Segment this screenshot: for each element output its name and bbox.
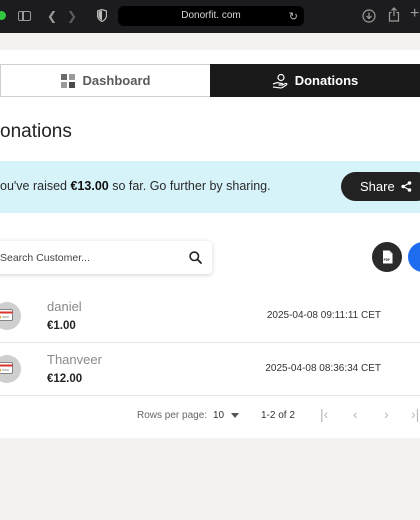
browser-toolbar: ❮ ❯ Donorfit. com ↻ + (0, 0, 420, 33)
previous-page-icon[interactable]: ‹ (353, 406, 358, 422)
new-tab-icon[interactable]: + (410, 6, 419, 22)
banner-suffix: so far. Go further by sharing. (108, 179, 271, 193)
tab-dashboard-label: Dashboard (82, 73, 151, 88)
payment-card-icon (0, 362, 13, 374)
last-page-icon[interactable]: ›| (411, 406, 419, 422)
raised-amount: €13.00 (70, 179, 109, 193)
tab-donations-label: Donations (294, 73, 359, 88)
sidebar-toggle-icon[interactable] (18, 11, 31, 21)
tab-bar: Dashboard Donations (0, 64, 420, 97)
donation-hand-icon (272, 73, 288, 89)
page-footer-area (0, 438, 420, 520)
search-icon[interactable] (189, 251, 202, 264)
downloads-icon[interactable] (362, 9, 376, 23)
address-bar[interactable]: Donorfit. com ↻ (118, 6, 304, 26)
table-row[interactable]: Thanveer €12.00 2025-04-08 08:36:34 CET (0, 343, 420, 396)
pdf-file-icon: PDF (382, 250, 392, 264)
search-box (0, 241, 212, 274)
search-input[interactable] (0, 241, 180, 274)
dashboard-icon (60, 73, 75, 88)
avatar (0, 302, 21, 330)
banner-prefix: ou've raised (0, 179, 71, 193)
back-icon[interactable]: ❮ (47, 10, 57, 22)
share-page-icon[interactable] (388, 7, 400, 22)
tab-donations[interactable]: Donations (210, 64, 420, 97)
first-page-icon[interactable]: |‹ (320, 406, 328, 422)
table-row[interactable]: daniel €1.00 2025-04-08 09:11:11 CET (0, 290, 420, 343)
forward-icon[interactable]: ❯ (67, 10, 77, 22)
address-text: Donorfit. com (181, 10, 241, 21)
privacy-shield-icon[interactable] (97, 9, 107, 22)
share-button-label: Share (360, 179, 395, 194)
donation-date: 2025-04-08 09:11:11 CET (266, 310, 381, 321)
donor-name: daniel (47, 299, 82, 314)
payment-card-icon (0, 309, 13, 321)
tab-dashboard[interactable]: Dashboard (0, 64, 210, 97)
banner-message: ou've raised €13.00 so far. Go further b… (0, 179, 271, 193)
avatar (0, 355, 21, 383)
pagination: Rows per page: 10 1-2 of 2 |‹ ‹ › ›| (0, 405, 420, 427)
share-button[interactable]: Share (341, 172, 420, 201)
window-zoom-button[interactable] (0, 11, 6, 20)
rows-per-page-label: Rows per page: (137, 410, 208, 421)
donor-name: Thanveer (47, 352, 102, 367)
page-title: onations (0, 121, 72, 142)
share-icon (401, 181, 412, 192)
rows-per-page-caret-icon[interactable] (231, 413, 239, 418)
pdf-label: PDF (383, 258, 389, 262)
export-pdf-button[interactable]: PDF (372, 242, 402, 272)
rows-per-page-select[interactable]: 10 (213, 410, 224, 421)
donation-amount: €12.00 (47, 373, 83, 385)
page-range: 1-2 of 2 (261, 410, 295, 421)
reload-icon[interactable]: ↻ (289, 10, 298, 23)
donation-date: 2025-04-08 08:36:34 CET (265, 363, 381, 374)
donation-amount: €1.00 (47, 320, 76, 332)
next-page-icon[interactable]: › (384, 406, 389, 422)
